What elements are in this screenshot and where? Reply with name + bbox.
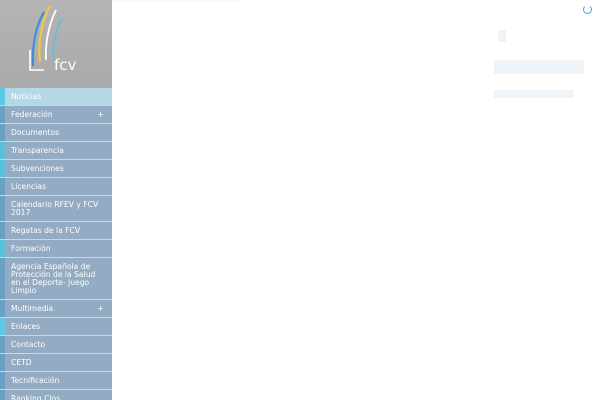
sidebar-item[interactable]: Enlaces bbox=[0, 318, 112, 336]
sidebar-item-label: Subvenciones bbox=[11, 164, 64, 173]
sidebar-item[interactable]: Ranking Clos bbox=[0, 390, 112, 400]
sidebar-item-label: CETD bbox=[11, 358, 32, 367]
main-menu: Noticias Federación + Documentos Transparenc… bbox=[0, 88, 112, 400]
sidebar-item[interactable]: Regatas de la FCV bbox=[0, 222, 112, 240]
sidebar-item-label: Licencias bbox=[11, 182, 46, 191]
sidebar-item-label: Regatas de la FCV bbox=[11, 226, 81, 235]
sidebar-item[interactable]: Calendario RFEV y FCV 2017 bbox=[0, 196, 112, 222]
loading-spinner-icon bbox=[583, 5, 592, 14]
fcv-logo-mark: fcv bbox=[29, 5, 77, 74]
sidebar-item-label: Tecnificación bbox=[11, 376, 60, 385]
sidebar-item-label: Documentos bbox=[11, 128, 59, 137]
sidebar-item-label: Transparencia bbox=[11, 146, 64, 155]
sidebar-item[interactable]: Contacto bbox=[0, 336, 112, 354]
sidebar-item[interactable]: Federación + bbox=[0, 106, 112, 124]
sidebar-item-label: Contacto bbox=[11, 340, 46, 349]
sidebar-item[interactable]: Transparencia bbox=[0, 142, 112, 160]
sidebar-item-label: Formación bbox=[11, 244, 51, 253]
sidebar-item-label: Calendario RFEV y FCV 2017 bbox=[11, 200, 99, 217]
sidebar-item[interactable]: Documentos bbox=[0, 124, 112, 142]
sidebar-item[interactable]: Noticias bbox=[0, 88, 112, 106]
logo-text: fcv bbox=[54, 56, 77, 74]
sidebar-item[interactable]: CETD bbox=[0, 354, 112, 372]
sidebar-item-label: Ranking Clos bbox=[11, 394, 61, 400]
sidebar-item[interactable]: Formación bbox=[0, 240, 112, 258]
sidebar-item[interactable]: Agencia Española de Protección de la Sal… bbox=[0, 258, 112, 300]
sidebar-item-label: Enlaces bbox=[11, 322, 41, 331]
fcv-logo[interactable]: fcv bbox=[0, 0, 112, 88]
faded-content-block bbox=[494, 60, 584, 74]
expand-plus-icon[interactable]: + bbox=[97, 305, 104, 313]
sidebar-item-label: Federación bbox=[11, 110, 53, 119]
sidebar-item-label: Multimedia bbox=[11, 304, 54, 313]
page-loading-overlay bbox=[112, 0, 600, 400]
expand-plus-icon[interactable]: + bbox=[97, 111, 104, 119]
sidebar-item[interactable]: Multimedia + bbox=[0, 300, 112, 318]
sidebar: fcv Noticias Federación + Documentos Transpa… bbox=[0, 0, 112, 400]
sidebar-item-label: Agencia Española de Protección de la Sal… bbox=[11, 262, 96, 295]
sidebar-item-label: Noticias bbox=[11, 92, 42, 101]
faded-content-block bbox=[494, 90, 574, 98]
sidebar-item[interactable]: Tecnificación bbox=[0, 372, 112, 390]
faded-content-block bbox=[498, 30, 506, 42]
sidebar-item[interactable]: Licencias bbox=[0, 178, 112, 196]
sidebar-item[interactable]: Subvenciones bbox=[0, 160, 112, 178]
